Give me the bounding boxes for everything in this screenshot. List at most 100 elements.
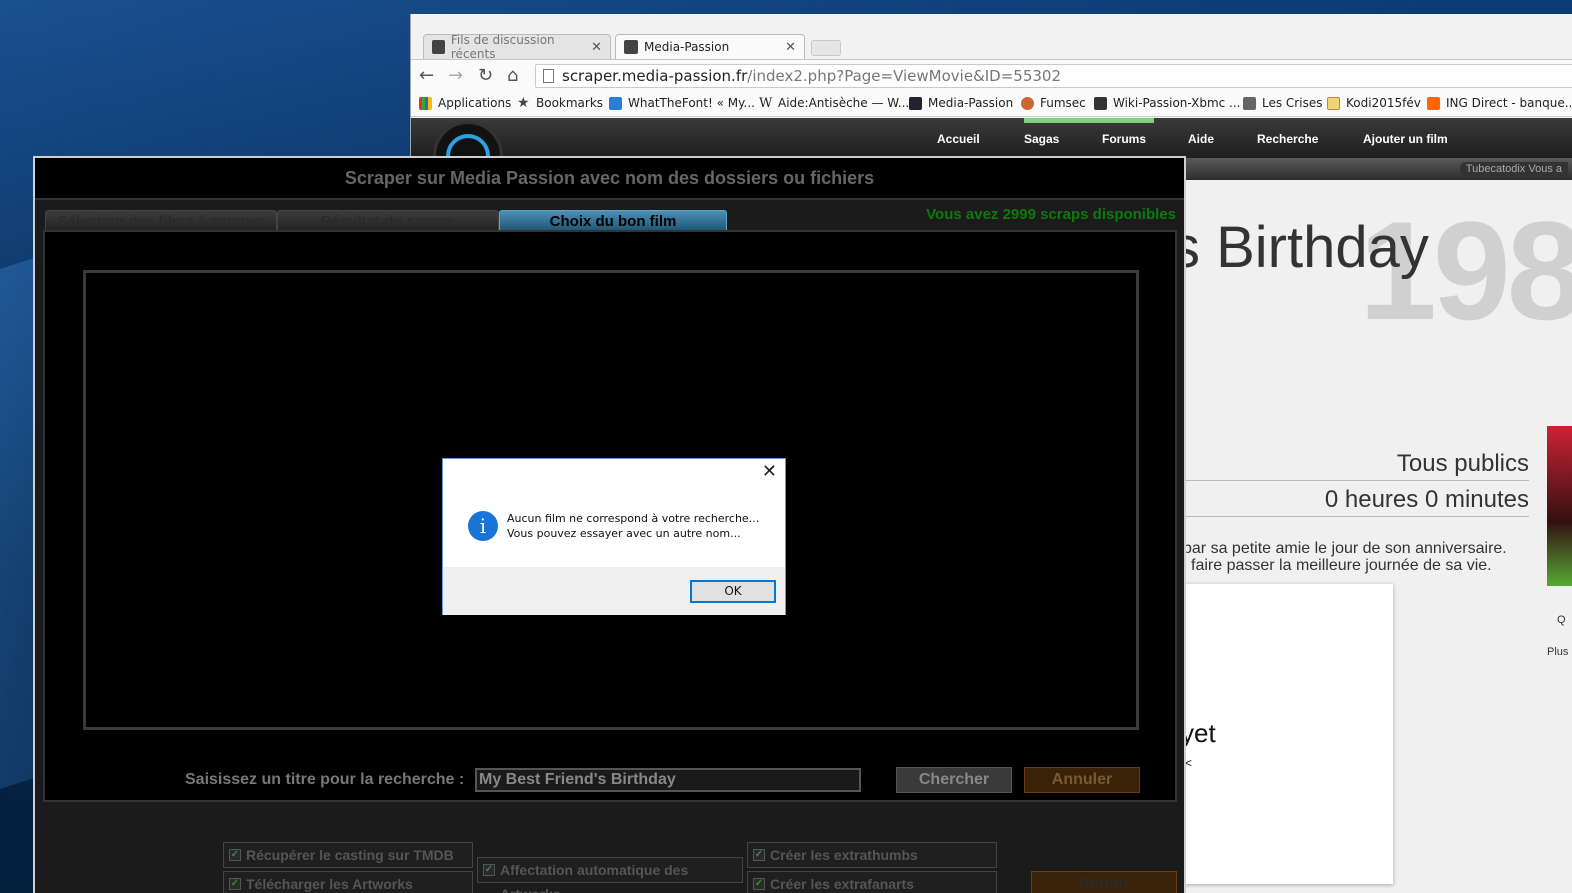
- bookmark-label: Applications: [438, 96, 512, 110]
- movie-duration: 0 heures 0 minutes: [1181, 486, 1529, 517]
- bookmark-label: ING Direct - banque...: [1446, 96, 1572, 110]
- nav-active-indicator: [1024, 118, 1154, 123]
- url-path: /index2.php?Page=ViewMovie&ID=55302: [747, 67, 1062, 85]
- dialog-footer: OK: [443, 567, 785, 615]
- checkbox-checked-icon[interactable]: ✓: [753, 849, 765, 861]
- bookmark-whatthefont[interactable]: WhatTheFont! « My...: [609, 96, 755, 110]
- app-title: Scraper sur Media Passion avec nom des d…: [344, 167, 875, 188]
- option-label: Récupérer le casting sur TMDB: [246, 847, 454, 863]
- retour-button[interactable]: Retour: [1031, 871, 1177, 893]
- search-input[interactable]: [475, 768, 861, 792]
- site-header: Accueil Sagas Forums Aide Recherche Ajou…: [411, 118, 1572, 191]
- chercher-button[interactable]: Chercher: [896, 767, 1012, 793]
- forward-arrow-icon[interactable]: →: [448, 66, 463, 86]
- dialog-message-line: Aucun film ne correspond à votre recherc…: [507, 512, 760, 525]
- close-icon[interactable]: ✕: [762, 461, 777, 482]
- url-domain: scraper.media-passion.fr: [562, 67, 748, 85]
- checkbox-checked-icon[interactable]: ✓: [753, 878, 765, 890]
- bookmark-wiki-passion[interactable]: Wiki-Passion-Xbmc ...: [1094, 96, 1241, 110]
- bookmark-les-crises[interactable]: Les Crises: [1243, 96, 1322, 110]
- nav-aide[interactable]: Aide: [1188, 132, 1214, 146]
- nav-recherche[interactable]: Recherche: [1257, 132, 1318, 146]
- page-icon: [543, 69, 554, 83]
- browser-tab-forum[interactable]: Fils de discussion récents ✕: [423, 33, 611, 61]
- wiki-passion-icon: [1094, 96, 1107, 110]
- movie-audience: Tous publics: [1181, 450, 1529, 481]
- bookmark-label: Fumsec: [1040, 96, 1086, 110]
- back-arrow-icon[interactable]: ←: [419, 66, 434, 86]
- dialog-message-line: Vous pouvez essayer avec un autre nom...: [507, 527, 741, 540]
- option-label: Télécharger les Artworks: [246, 876, 413, 892]
- nav-sagas[interactable]: Sagas: [1024, 132, 1059, 146]
- app-titlebar: Scraper sur Media Passion avec nom des d…: [35, 158, 1184, 200]
- nav-accueil[interactable]: Accueil: [937, 132, 980, 146]
- bookmark-ing[interactable]: ING Direct - banque...: [1427, 96, 1572, 110]
- annuler-button[interactable]: Annuler: [1024, 767, 1140, 793]
- media-passion-icon: [909, 96, 922, 110]
- bookmark-label: Kodi2015fév: [1346, 96, 1421, 110]
- info-icon: i: [468, 511, 498, 541]
- apps-grid-icon: [419, 96, 432, 110]
- checkbox-checked-icon[interactable]: ✓: [229, 878, 241, 890]
- option-label: Créer les extrafanarts: [770, 876, 914, 892]
- bookmark-fumsec[interactable]: Fumsec: [1021, 96, 1086, 110]
- new-tab-button[interactable]: [811, 40, 841, 56]
- media-passion-favicon-icon: [624, 40, 638, 54]
- option-label: Affectation automatique des Artworks: [500, 862, 689, 893]
- folder-icon: [1327, 96, 1340, 110]
- tab-label: Fils de discussion récents: [450, 33, 555, 61]
- side-label: Q: [1557, 614, 1566, 626]
- nav-forums[interactable]: Forums: [1102, 132, 1146, 146]
- option-download-artworks[interactable]: ✓ Télécharger les Artworks: [223, 871, 473, 893]
- close-icon[interactable]: ✕: [591, 40, 602, 55]
- tab-choix-bon-film[interactable]: Choix du bon film: [499, 210, 727, 232]
- star-icon: ★: [517, 94, 530, 111]
- ing-lion-icon: [1427, 96, 1440, 110]
- home-icon[interactable]: ⌂: [507, 66, 518, 86]
- address-bar: ← → ↻ ⌂ scraper.media-passion.fr/index2.…: [411, 59, 1572, 91]
- search-label: Saisissez un titre pour la recherche :: [185, 771, 465, 788]
- tab-label: Media-Passion: [644, 40, 730, 54]
- browser-tabstrip: Fils de discussion récents ✕ Media-Passi…: [411, 14, 1572, 61]
- bookmark-label: Wiki-Passion-Xbmc ...: [1113, 96, 1241, 110]
- tab-selection-films[interactable]: Sélection des films à scraper: [45, 210, 277, 232]
- browser-tab-media-passion[interactable]: Media-Passion ✕: [615, 34, 805, 59]
- les-crises-icon: [1243, 96, 1256, 110]
- bookmark-label: Les Crises: [1262, 96, 1323, 110]
- tab-resultat-scrape[interactable]: Résultat du scrape: [277, 210, 499, 232]
- bookmark-media-passion[interactable]: Media-Passion: [909, 96, 1013, 110]
- bookmark-label: Aide:Antisèche — W...: [778, 96, 910, 110]
- bookmark-applications[interactable]: Applications: [419, 96, 511, 110]
- checkbox-checked-icon[interactable]: ✓: [229, 849, 241, 861]
- card-text-small: <: [1185, 756, 1193, 770]
- ok-button[interactable]: OK: [690, 580, 776, 603]
- bookmark-label: Media-Passion: [928, 96, 1014, 110]
- wikipedia-icon: W: [759, 95, 773, 111]
- close-icon[interactable]: ✕: [785, 40, 796, 55]
- bookmark-label: WhatTheFont! « My...: [628, 96, 755, 110]
- side-label-plus[interactable]: Plus: [1547, 646, 1568, 658]
- movie-title: s Birthday: [1171, 215, 1429, 280]
- option-casting-tmdb[interactable]: ✓ Récupérer le casting sur TMDB: [223, 842, 473, 868]
- fumsec-icon: [1021, 96, 1034, 110]
- bookmark-bookmarks[interactable]: ★ Bookmarks: [517, 94, 604, 111]
- url-input[interactable]: scraper.media-passion.fr/index2.php?Page…: [535, 64, 1572, 88]
- reload-icon[interactable]: ↻: [478, 66, 493, 86]
- movie-poster[interactable]: [1547, 426, 1572, 586]
- bookmark-wikipedia[interactable]: W Aide:Antisèche — W...: [759, 96, 909, 110]
- scraps-available: Vous avez 2999 scraps disponibles: [926, 206, 1176, 223]
- checkbox-checked-icon[interactable]: ✓: [483, 864, 495, 876]
- option-extrathumbs[interactable]: ✓ Créer les extrathumbs: [747, 842, 997, 868]
- movie-synopsis: par sa petite amie le jour de son annive…: [1183, 540, 1507, 574]
- bookmark-label: Bookmarks: [536, 96, 604, 110]
- nav-ajouter-film[interactable]: Ajouter un film: [1363, 132, 1448, 146]
- forum-favicon-icon: [432, 40, 445, 54]
- option-label: Créer les extrathumbs: [770, 847, 918, 863]
- bookmarks-bar: Applications ★ Bookmarks WhatTheFont! « M…: [411, 91, 1572, 117]
- dialog-message: Aucun film ne correspond à votre recherc…: [507, 511, 759, 541]
- option-extrafanarts[interactable]: ✓ Créer les extrafanarts: [747, 871, 997, 893]
- bookmark-kodi[interactable]: Kodi2015fév: [1327, 96, 1421, 110]
- message-dialog: ✕ i Aucun film ne correspond à votre rec…: [442, 458, 786, 615]
- option-auto-artworks[interactable]: ✓ Affectation automatique des Artworks: [477, 857, 743, 893]
- user-greeting[interactable]: Tubecatodix Vous a: [1459, 162, 1568, 176]
